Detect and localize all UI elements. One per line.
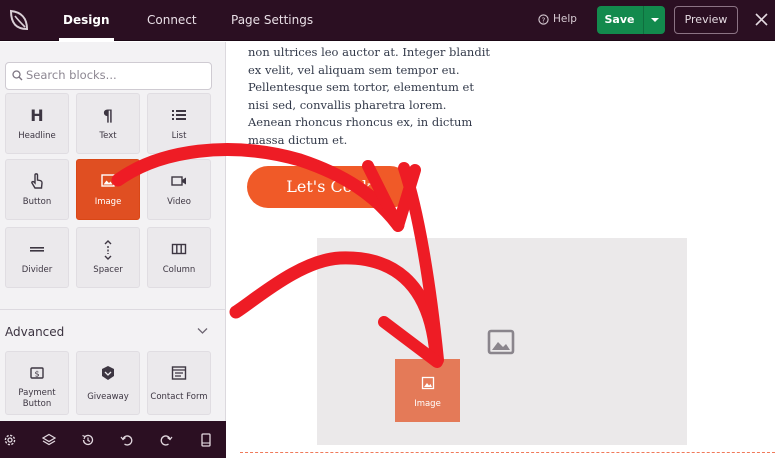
block-label: Column xyxy=(162,265,196,275)
block-label: Button xyxy=(22,197,52,207)
close-icon[interactable] xyxy=(755,13,768,26)
help-link[interactable]: ? Help xyxy=(538,13,577,25)
body-paragraph[interactable]: non ultrices leo auctor at. Integer blan… xyxy=(248,44,498,150)
caret-down-icon xyxy=(651,18,659,22)
chevron-down-icon[interactable] xyxy=(197,327,208,335)
block-label: Spacer xyxy=(93,265,123,275)
image-icon xyxy=(421,376,434,390)
dragged-image-block[interactable]: Image xyxy=(395,359,460,422)
block-label: Image xyxy=(94,197,122,207)
block-button[interactable]: Button xyxy=(5,159,69,220)
video-icon xyxy=(171,176,186,186)
image-placeholder-icon xyxy=(487,329,515,355)
device-preview-icon[interactable] xyxy=(199,433,213,447)
block-label: Headline xyxy=(18,131,56,141)
search-icon xyxy=(12,70,23,81)
history-icon[interactable] xyxy=(81,433,95,447)
giveaway-icon xyxy=(102,366,114,380)
block-label: Divider xyxy=(21,265,53,275)
tab-connect[interactable]: Connect xyxy=(147,0,197,41)
dragged-block-label: Image xyxy=(414,399,441,409)
block-divider[interactable]: Divider xyxy=(5,227,69,288)
undo-icon[interactable] xyxy=(120,433,134,447)
block-label: Video xyxy=(167,197,191,207)
search-blocks-input[interactable] xyxy=(26,68,206,82)
save-button[interactable]: Save xyxy=(597,6,642,34)
tab-design[interactable]: Design xyxy=(59,0,113,41)
sidebar-bottom-toolbar xyxy=(0,421,226,458)
svg-text:$: $ xyxy=(34,370,39,379)
block-giveaway[interactable]: Giveaway xyxy=(76,351,140,415)
block-label: List xyxy=(171,131,187,141)
block-contact-form[interactable]: Contact Form xyxy=(147,351,211,415)
svg-text:?: ? xyxy=(542,15,546,24)
top-bar: Design Connect Page Settings ? Help Save… xyxy=(0,0,775,41)
block-list[interactable]: List xyxy=(147,93,211,154)
block-text[interactable]: ¶ Text xyxy=(76,93,140,154)
image-drop-placeholder[interactable] xyxy=(317,238,687,445)
column-icon xyxy=(171,243,187,255)
block-spacer[interactable]: Spacer xyxy=(76,227,140,288)
block-headline[interactable]: H Headline xyxy=(5,93,69,154)
block-label: Payment Button xyxy=(18,388,56,409)
block-payment-button[interactable]: $ Payment Button xyxy=(5,351,69,415)
search-box xyxy=(5,62,212,90)
list-icon xyxy=(172,110,186,120)
section-outline xyxy=(240,452,775,453)
blocks-sidebar: H Headline ¶ Text List Button Image Vide… xyxy=(0,42,226,458)
block-column[interactable]: Column xyxy=(147,227,211,288)
settings-icon[interactable] xyxy=(3,433,17,447)
divider-icon xyxy=(30,247,44,252)
preview-button[interactable]: Preview xyxy=(674,6,738,34)
layers-icon[interactable] xyxy=(42,433,56,447)
section-divider xyxy=(0,309,225,310)
help-icon: ? xyxy=(538,13,549,25)
image-icon xyxy=(101,174,115,187)
headline-icon: H xyxy=(30,106,43,124)
block-label: Giveaway xyxy=(87,392,129,402)
redo-icon[interactable] xyxy=(159,433,173,447)
paragraph-icon: ¶ xyxy=(103,106,113,124)
seedprod-leaf-icon[interactable] xyxy=(6,7,32,33)
payment-icon: $ xyxy=(30,367,44,379)
block-video[interactable]: Video xyxy=(147,159,211,220)
pointer-icon xyxy=(31,173,43,189)
lets-cook-button[interactable]: Let's Cook xyxy=(247,166,411,208)
spacer-icon xyxy=(104,240,112,260)
svg-text:¶: ¶ xyxy=(103,106,113,124)
block-label: Text xyxy=(99,131,117,141)
save-options-dropdown[interactable] xyxy=(643,6,665,34)
page-canvas: non ultrices leo auctor at. Integer blan… xyxy=(226,42,775,458)
help-label: Help xyxy=(553,13,577,25)
svg-text:H: H xyxy=(30,106,43,124)
contact-form-icon xyxy=(171,366,187,380)
block-label: Contact Form xyxy=(150,392,208,402)
tab-page-settings[interactable]: Page Settings xyxy=(231,0,313,41)
save-button-group: Save xyxy=(597,6,665,34)
advanced-section-title[interactable]: Advanced xyxy=(5,325,64,339)
block-image[interactable]: Image xyxy=(76,159,140,220)
